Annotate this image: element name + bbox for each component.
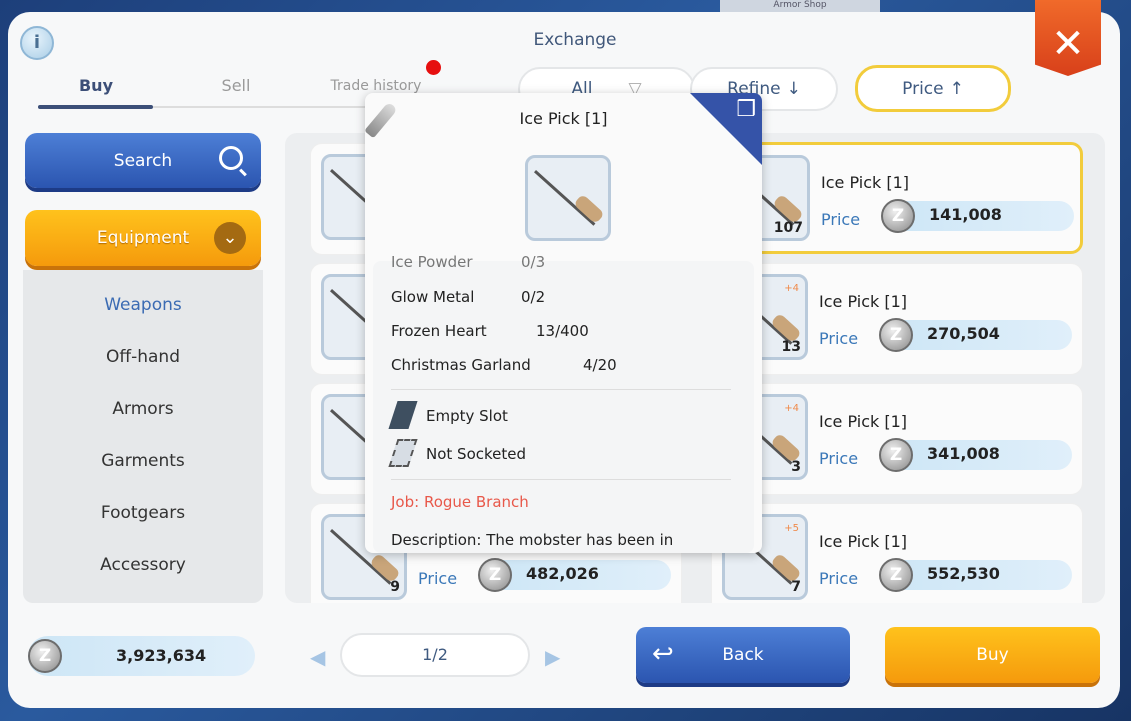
arrow-down-icon: ↓ bbox=[786, 79, 801, 99]
material-value: 0/2 bbox=[521, 288, 546, 306]
material-row: Christmas Garland 4/20 bbox=[391, 356, 617, 374]
job-requirement: Job: Rogue Branch bbox=[391, 493, 529, 511]
close-button[interactable]: ✕ bbox=[1035, 0, 1101, 76]
material-name: Ice Powder bbox=[391, 253, 473, 271]
category-garments[interactable]: Garments bbox=[23, 451, 263, 471]
tooltip-title: Ice Pick [1] bbox=[519, 109, 608, 128]
price-label: Price bbox=[819, 329, 859, 348]
refine-level: +4 bbox=[784, 283, 799, 294]
notification-dot bbox=[426, 60, 441, 75]
price-bar: Z 270,504 bbox=[879, 318, 1072, 352]
empty-slot-label: Empty Slot bbox=[426, 407, 508, 425]
tooltip-item-icon bbox=[525, 155, 611, 241]
price-value: 141,008 bbox=[929, 205, 1002, 224]
divider bbox=[391, 389, 731, 390]
listing-card[interactable]: +5 7 Ice Pick [1] Price Z 552,530 bbox=[711, 503, 1083, 603]
search-label: Search bbox=[113, 150, 173, 171]
back-label: Back bbox=[722, 645, 764, 665]
tab-sell[interactable]: Sell bbox=[200, 76, 272, 95]
price-bar: Z 341,008 bbox=[879, 438, 1072, 472]
sort-price-label: Price bbox=[902, 78, 944, 99]
item-description: Description: The mobster has been in bbox=[391, 531, 674, 549]
background-shop-label: Armor Shop bbox=[720, 0, 880, 12]
listing-card-selected[interactable]: 107 Ice Pick [1] Price Z 141,008 bbox=[711, 142, 1083, 254]
material-name: Glow Metal bbox=[391, 288, 475, 306]
item-tooltip: Ice Pick [1] ❒ Ice Powder 0/3 Glow Metal 0… bbox=[365, 93, 762, 553]
category-accessory[interactable]: Accessory bbox=[23, 555, 263, 575]
item-count: 7 bbox=[791, 579, 801, 595]
price-label: Price bbox=[821, 210, 861, 229]
item-count: 3 bbox=[791, 459, 801, 475]
arrow-up-icon: ↑ bbox=[949, 78, 964, 99]
tooltip-details: Ice Powder 0/3 Glow Metal 0/2 Frozen Heart… bbox=[373, 253, 754, 553]
material-row: Frozen Heart 13/400 bbox=[391, 322, 589, 340]
material-value: 4/20 bbox=[583, 356, 617, 374]
not-socketed-icon bbox=[388, 439, 418, 467]
zeny-amount: 3,923,634 bbox=[116, 646, 207, 665]
material-name: Christmas Garland bbox=[391, 356, 531, 374]
item-name: Ice Pick [1] bbox=[821, 173, 909, 192]
material-row: Ice Powder 0/3 bbox=[391, 253, 545, 271]
price-value: 482,026 bbox=[526, 564, 599, 583]
info-icon[interactable]: i bbox=[20, 26, 54, 60]
search-button[interactable]: Search bbox=[25, 133, 261, 188]
material-value: 13/400 bbox=[536, 322, 589, 340]
refine-level: +4 bbox=[784, 403, 799, 414]
zeny-coin-icon: Z bbox=[879, 318, 913, 352]
price-bar: Z 141,008 bbox=[881, 199, 1074, 233]
price-bar: Z 552,530 bbox=[879, 558, 1072, 592]
category-label: Equipment bbox=[96, 228, 190, 248]
item-name: Ice Pick [1] bbox=[819, 532, 907, 551]
zeny-coin-icon: Z bbox=[879, 558, 913, 592]
item-count: 13 bbox=[781, 339, 801, 355]
refine-level: +5 bbox=[784, 523, 799, 534]
material-row: Glow Metal 0/2 bbox=[391, 288, 545, 306]
price-value: 270,504 bbox=[927, 324, 1000, 343]
price-label: Price bbox=[819, 569, 859, 588]
material-name: Frozen Heart bbox=[391, 322, 487, 340]
not-socketed-label: Not Socketed bbox=[426, 445, 527, 463]
zeny-balance: Z 3,923,634 bbox=[28, 636, 255, 676]
chevron-down-icon: ⌄ bbox=[214, 222, 246, 254]
search-icon bbox=[219, 146, 243, 170]
page-indicator: 1/2 bbox=[340, 633, 530, 677]
close-icon: ✕ bbox=[1051, 21, 1085, 67]
category-list: Weapons Off-hand Armors Garments Footgea… bbox=[23, 270, 263, 603]
item-count: 107 bbox=[773, 220, 803, 236]
tab-buy[interactable]: Buy bbox=[60, 76, 132, 95]
zeny-coin-icon: Z bbox=[28, 639, 62, 673]
prev-page-icon[interactable]: ◀ bbox=[310, 645, 325, 669]
tab-trade-history[interactable]: Trade history bbox=[316, 78, 436, 94]
category-footgears[interactable]: Footgears bbox=[23, 503, 263, 523]
item-count: 9 bbox=[390, 579, 400, 595]
price-label: Price bbox=[418, 569, 458, 588]
price-value: 552,530 bbox=[927, 564, 1000, 583]
category-dropdown[interactable]: Equipment ⌄ bbox=[25, 210, 261, 266]
page-title: Exchange bbox=[533, 30, 617, 50]
buy-label: Buy bbox=[976, 645, 1009, 665]
listing-card[interactable]: +4 13 Ice Pick [1] Price Z 270,504 bbox=[711, 263, 1083, 375]
empty-slot-icon bbox=[388, 401, 418, 429]
price-value: 341,008 bbox=[927, 444, 1000, 463]
back-button[interactable]: ↩ Back bbox=[636, 627, 850, 683]
buy-button[interactable]: Buy bbox=[885, 627, 1100, 683]
sort-price-button[interactable]: Price ↑ bbox=[855, 65, 1011, 112]
item-name: Ice Pick [1] bbox=[819, 292, 907, 311]
category-armors[interactable]: Armors bbox=[23, 399, 263, 419]
price-bar: Z 482,026 bbox=[478, 558, 671, 592]
material-value: 0/3 bbox=[521, 253, 546, 271]
next-page-icon[interactable]: ▶ bbox=[545, 645, 560, 669]
listing-card[interactable]: +4 3 Ice Pick [1] Price Z 341,008 bbox=[711, 383, 1083, 495]
divider bbox=[391, 479, 731, 480]
zeny-coin-icon: Z bbox=[478, 558, 512, 592]
price-label: Price bbox=[819, 449, 859, 468]
category-weapons[interactable]: Weapons bbox=[23, 295, 263, 315]
back-arrow-icon: ↩ bbox=[652, 639, 674, 669]
storage-box-icon[interactable]: ❒ bbox=[690, 93, 762, 165]
category-off-hand[interactable]: Off-hand bbox=[23, 347, 263, 367]
active-tab-underline bbox=[38, 105, 153, 109]
item-name: Ice Pick [1] bbox=[819, 412, 907, 431]
zeny-coin-icon: Z bbox=[879, 438, 913, 472]
zeny-coin-icon: Z bbox=[881, 199, 915, 233]
